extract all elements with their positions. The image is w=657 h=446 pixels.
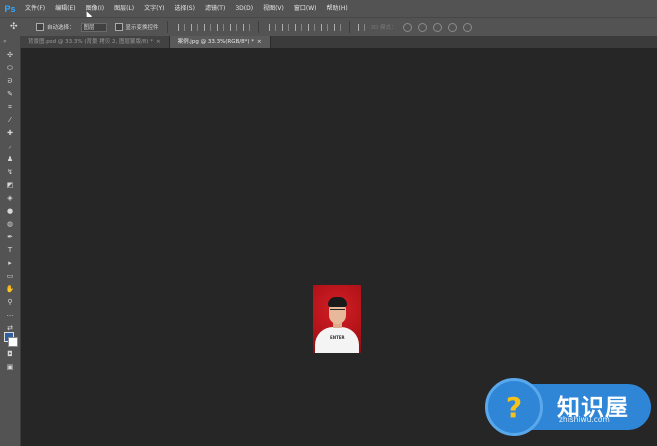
distribute-bottom-icon[interactable]	[294, 23, 302, 31]
quick-select-tool-icon[interactable]: ✎	[4, 89, 16, 99]
align-left-icon[interactable]	[216, 23, 224, 31]
hair	[328, 297, 347, 307]
marquee-tool-icon[interactable]: ⬭	[4, 63, 16, 73]
menu-filter[interactable]: 滤镜(T)	[200, 0, 230, 17]
show-transform-checkbox[interactable]	[114, 23, 123, 31]
shape-tool-icon[interactable]: ▭	[4, 271, 16, 281]
zoom-tool-icon[interactable]: ⚲	[4, 297, 16, 307]
distribute-right-icon[interactable]	[333, 23, 341, 31]
background-color-swatch[interactable]	[8, 337, 18, 347]
menu-bar: Ps 文件(F) 编辑(E) 图像(I) 图层(L) 文字(Y) 选择(S) 滤…	[0, 0, 657, 17]
show-transform-label: 显示变换控件	[125, 25, 159, 31]
close-icon[interactable]: ×	[156, 39, 161, 45]
tab-background-psd[interactable]: 背景图.psd @ 33.3% (背景 拷贝 2, 图层蒙版/8) * ×	[20, 36, 170, 48]
distribute-vcenter-icon[interactable]	[281, 23, 289, 31]
shirt-print: ENTER	[330, 335, 345, 340]
more-tools-icon[interactable]: ···	[4, 311, 16, 321]
3d-roll-icon[interactable]	[417, 22, 427, 32]
stamp-tool-icon[interactable]: ♟	[4, 154, 16, 164]
menu-file[interactable]: 文件(F)	[20, 0, 50, 17]
move-tool-preset-icon[interactable]: ✣	[10, 22, 28, 32]
type-tool-icon[interactable]: T	[4, 245, 16, 255]
3d-rotate-icon[interactable]	[402, 22, 412, 32]
path-select-tool-icon[interactable]: ▸	[4, 258, 16, 268]
options-bar: ✣ 自动选择： 图层 显示变换控件 3D 模式：	[0, 17, 657, 37]
crop-tool-icon[interactable]: ⌗	[4, 102, 16, 112]
history-brush-tool-icon[interactable]: ↯	[4, 167, 16, 177]
distribute-buttons	[268, 23, 341, 31]
watermark-question-icon: ?	[485, 378, 543, 436]
auto-select-dropdown[interactable]: 图层	[80, 22, 107, 32]
menu-layer[interactable]: 图层(L)	[109, 0, 139, 17]
hand-tool-icon[interactable]: ✋	[4, 284, 16, 294]
document-image[interactable]: ENTER	[313, 285, 361, 353]
divider	[166, 21, 168, 33]
shirt	[315, 327, 359, 353]
menu-select[interactable]: 选择(S)	[169, 0, 200, 17]
auto-align-icon[interactable]	[357, 23, 365, 31]
auto-select-label: 自动选择：	[47, 25, 75, 31]
3d-slide-icon[interactable]	[447, 22, 457, 32]
quick-mask-icon[interactable]: ◘	[4, 349, 16, 359]
eyedropper-tool-icon[interactable]: ⁄	[4, 115, 16, 125]
align-hcenter-icon[interactable]	[229, 23, 237, 31]
3d-drag-icon[interactable]	[432, 22, 442, 32]
gradient-tool-icon[interactable]: ◈	[4, 193, 16, 203]
lasso-tool-icon[interactable]: ᘐ	[4, 76, 16, 86]
menu-edit[interactable]: 编辑(E)	[50, 0, 80, 17]
watermark-url: zhishiwu.com	[559, 415, 610, 424]
align-buttons	[177, 23, 250, 31]
brush-tool-icon[interactable]: ⸝	[4, 141, 16, 151]
toolbox: » ✣ ⬭ ᘐ ✎ ⌗ ⁄ ✚ ⸝ ♟ ↯ ◩ ◈ ● ◍ ✒ T ▸ ▭ ✋ …	[0, 36, 21, 446]
align-right-icon[interactable]	[242, 23, 250, 31]
pen-tool-icon[interactable]: ✒	[4, 232, 16, 242]
dodge-tool-icon[interactable]: ◍	[4, 219, 16, 229]
healing-tool-icon[interactable]: ✚	[4, 128, 16, 138]
align-vcenter-icon[interactable]	[190, 23, 198, 31]
3d-scale-icon[interactable]	[462, 22, 472, 32]
photoshop-logo: Ps	[4, 3, 16, 14]
glasses	[330, 309, 345, 314]
eraser-tool-icon[interactable]: ◩	[4, 180, 16, 190]
tab-label: 案例.jpg @ 33.3%(RGB/8*) *	[177, 39, 255, 45]
site-watermark: ? 知识屋 zhishiwu.com	[483, 374, 653, 440]
menu-view[interactable]: 视图(V)	[258, 0, 289, 17]
align-top-icon[interactable]	[177, 23, 185, 31]
tab-label: 背景图.psd @ 33.3% (背景 拷贝 2, 图层蒙版/8) *	[28, 39, 153, 45]
distribute-hcenter-icon[interactable]	[320, 23, 328, 31]
menu-type[interactable]: 文字(Y)	[139, 0, 169, 17]
divider	[348, 21, 350, 33]
collapse-toolbox-icon[interactable]: »	[3, 38, 7, 45]
menu-help[interactable]: 帮助(H)	[322, 0, 353, 17]
question-mark-icon: ?	[505, 390, 523, 424]
tab-case-jpg[interactable]: 案例.jpg @ 33.3%(RGB/8*) * ×	[169, 36, 271, 48]
screen-mode-icon[interactable]: ▣	[4, 362, 16, 372]
document-tabs: 背景图.psd @ 33.3% (背景 拷贝 2, 图层蒙版/8) * × 案例.…	[20, 36, 657, 48]
distribute-left-icon[interactable]	[307, 23, 315, 31]
auto-select-checkbox[interactable]	[36, 23, 44, 31]
blur-tool-icon[interactable]: ●	[4, 206, 16, 216]
distribute-top-icon[interactable]	[268, 23, 276, 31]
move-tool-icon[interactable]: ✣	[4, 50, 16, 60]
menu-3d[interactable]: 3D(D)	[230, 0, 258, 17]
menu-window[interactable]: 窗口(W)	[289, 0, 322, 17]
3d-mode-label: 3D 模式：	[370, 25, 397, 31]
align-bottom-icon[interactable]	[203, 23, 211, 31]
close-icon[interactable]: ×	[257, 39, 262, 45]
divider	[257, 21, 259, 33]
